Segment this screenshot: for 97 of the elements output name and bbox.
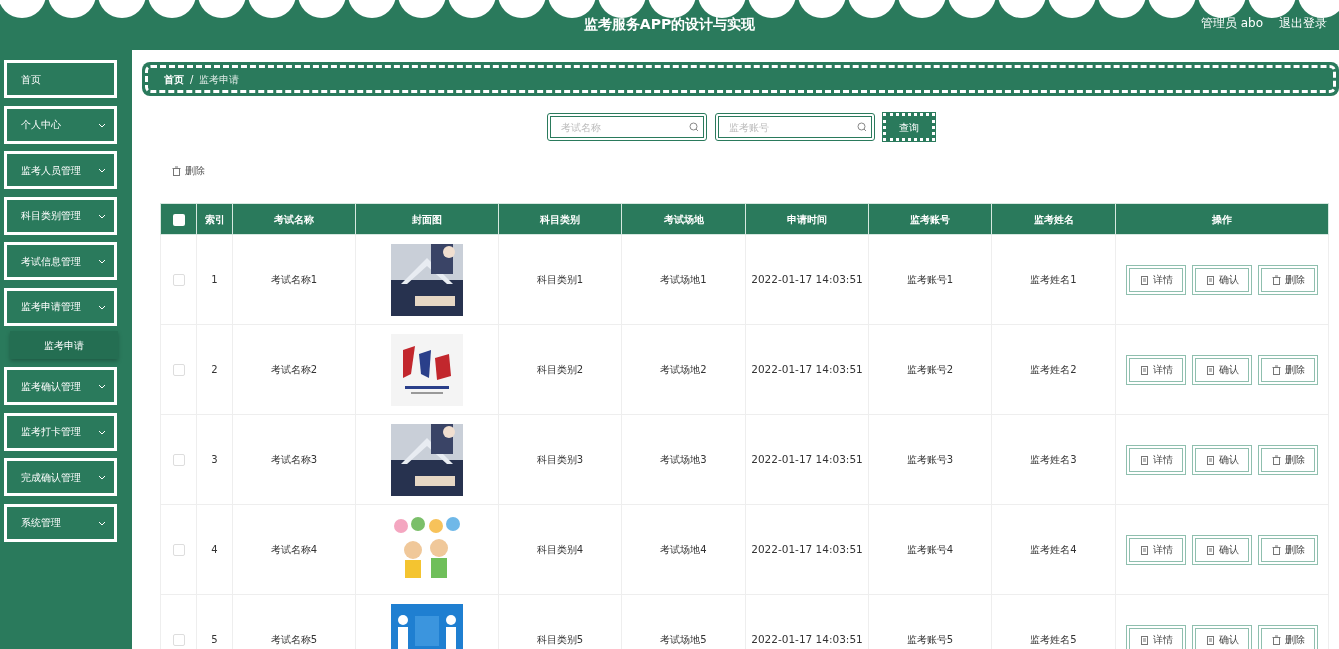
table-cell: 2022-01-17 14:03:51 [745,324,869,415]
table-cell: 考试场地1 [621,234,746,325]
document-icon [1139,634,1149,645]
document-icon [1139,364,1149,375]
delete-button[interactable]: 删除 [1258,624,1318,649]
app-title: 监考服务APP的设计与实现 [583,15,756,34]
confirm-button[interactable]: 确认 [1192,354,1252,385]
document-icon [1139,454,1149,465]
table-cell: 1 [196,234,233,325]
column-header: 封面图 [355,203,499,235]
sidebar-item[interactable]: 监考确认管理 [4,367,117,405]
table-cell: 监考姓名3 [991,414,1116,505]
table-cell: 监考账号2 [868,324,992,415]
column-header: 科目类别 [498,203,622,235]
delete-button[interactable]: 删除 [1258,354,1318,385]
document-icon [1205,544,1215,555]
trash-icon [172,165,181,176]
delete-button[interactable]: 删除 [172,163,205,178]
confirm-button[interactable]: 确认 [1192,624,1252,649]
details-button[interactable]: 详情 [1126,354,1186,385]
search-icon [856,122,867,132]
confirm-button[interactable]: 确认 [1192,534,1252,565]
document-icon [1139,274,1149,285]
details-button[interactable]: 详情 [1126,534,1186,565]
row-checkbox[interactable] [172,364,185,376]
column-header: 考试名称 [232,203,356,235]
table-cell: 2022-01-17 14:03:51 [745,504,869,595]
user-label: 管理员 abo [1200,15,1263,32]
search-field[interactable]: 监考账号 [714,113,875,141]
table-cell: 考试名称1 [232,234,356,325]
delete-button[interactable]: 删除 [1258,264,1318,295]
details-button[interactable]: 详情 [1126,264,1186,295]
sidebar-item[interactable]: 科目类别管理 [4,196,117,235]
table-cell: 监考姓名2 [991,324,1116,415]
table-cell: 监考账号1 [868,234,992,325]
confirm-button[interactable]: 确认 [1192,444,1252,475]
column-header: 考试场地 [621,203,746,235]
sidebar-item[interactable]: 完成确认管理 [4,458,117,496]
search-icon [688,122,699,132]
search-field[interactable]: 考试名称 [546,113,707,141]
row-checkbox[interactable] [172,454,185,466]
table-cell: 监考姓名1 [991,234,1116,325]
table-cell: 2 [196,324,233,415]
sidebar-item[interactable]: 首页 [4,60,117,98]
document-icon [1205,274,1215,285]
trash-icon [1271,364,1281,375]
table-cell: 科目类别2 [498,324,622,415]
table-cell: 考试名称3 [232,414,356,505]
trash-icon [1271,634,1281,645]
row-checkbox[interactable] [172,634,185,646]
trash-icon [1271,454,1281,465]
document-icon [1139,544,1149,555]
table-cell: 监考账号3 [868,414,992,505]
sidebar-item[interactable]: 监考打卡管理 [4,412,117,451]
document-icon [1205,364,1215,375]
table-cell: 2022-01-17 14:03:51 [745,414,869,505]
column-header: 监考账号 [868,203,992,235]
sidebar-item[interactable]: 监考人员管理 [4,151,117,189]
table-cell: 3 [196,414,233,505]
document-icon [1205,454,1215,465]
details-button[interactable]: 详情 [1126,444,1186,475]
submenu-item[interactable]: 监考申请 [10,331,118,359]
column-header: 索引 [196,203,233,235]
table-cell: 科目类别4 [498,504,622,595]
row-checkbox[interactable] [172,544,185,556]
delete-button[interactable]: 删除 [1258,444,1318,475]
logout-link[interactable]: 退出登录 [1279,14,1327,32]
table-cell: 4 [196,504,233,595]
table-cell: 监考姓名4 [991,504,1116,595]
table-cell: 考试场地3 [621,414,746,505]
table-cell: 考试场地4 [621,504,746,595]
sidebar-item[interactable]: 系统管理 [4,503,117,542]
breadcrumb-current: 监考申请 [199,72,240,87]
row-checkbox[interactable] [172,274,185,286]
search-button[interactable]: 查询 [882,113,935,141]
table-cell: 科目类别3 [498,414,622,505]
table-cell: 考试场地2 [621,324,746,415]
column-header: 操作 [1115,203,1329,235]
column-header: 申请时间 [745,203,869,235]
breadcrumb-link[interactable]: 首页 [164,71,184,87]
column-header: 监考姓名 [991,203,1116,235]
sidebar-item[interactable]: 考试信息管理 [4,242,117,280]
select-all-checkbox[interactable] [172,213,185,226]
confirm-button[interactable]: 确认 [1192,264,1252,295]
table-cell: 2022-01-17 14:03:51 [745,234,869,325]
table-cell: 考试名称4 [232,504,356,595]
table-cell: 考试名称2 [232,324,356,415]
breadcrumb-separator: / [190,72,194,87]
trash-icon [1271,274,1281,285]
sidebar-item[interactable]: 个人中心 [4,105,117,144]
table-cell: 科目类别1 [498,234,622,325]
delete-button[interactable]: 删除 [1258,534,1318,565]
details-button[interactable]: 详情 [1126,624,1186,649]
trash-icon [1271,544,1281,555]
document-icon [1205,634,1215,645]
table-cell: 监考账号4 [868,504,992,595]
sidebar-item[interactable]: 监考申请管理 [4,287,117,326]
